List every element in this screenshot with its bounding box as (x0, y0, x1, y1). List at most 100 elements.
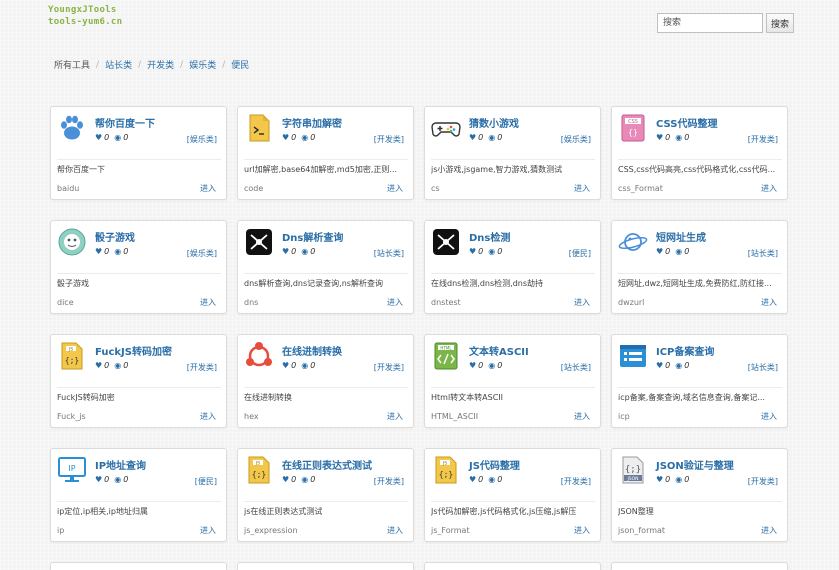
tool-title[interactable]: Dns解析查询 (282, 229, 343, 244)
tool-category[interactable]: [站长类] (561, 362, 591, 373)
enter-link[interactable]: 进入 (574, 183, 590, 194)
tool-stats: ♥ 0 ◉ 0 (95, 247, 131, 256)
tool-category[interactable]: [站长类] (748, 248, 778, 259)
eye-icon: ◉ (301, 361, 309, 370)
tool-code: dnstest (431, 298, 461, 307)
svg-text:JSON: JSON (626, 476, 638, 482)
tool-card[interactable]: HTML 文本转ASCII ♥ 0 ◉ 0 [站长类] Html转文本转ASCI… (424, 334, 601, 428)
svg-text:{;}: {;} (252, 470, 266, 479)
tool-category[interactable]: [娱乐类] (187, 134, 217, 145)
tool-title[interactable]: 帮你百度一下 (95, 115, 155, 130)
enter-link[interactable]: 进入 (761, 411, 777, 422)
enter-link[interactable]: 进入 (200, 297, 216, 308)
tool-title[interactable]: ICP备案查询 (656, 343, 714, 358)
svg-text:{;}: {;} (625, 465, 641, 475)
enter-link[interactable]: 进入 (387, 525, 403, 536)
tool-card[interactable]: Dns检测 ♥ 0 ◉ 0 [便民] 在线dns检测,dns检测,dns劫持 d… (424, 220, 601, 314)
enter-link[interactable]: 进入 (761, 297, 777, 308)
tool-stats: ♥ 0 ◉ 0 (282, 475, 318, 484)
tool-card[interactable]: JS {;} 在线正则表达式测试 ♥ 0 ◉ 0 [开发类] js在线正则表达式测… (237, 448, 414, 542)
tool-category[interactable]: [开发类] (187, 362, 217, 373)
tool-card-partial[interactable] (237, 562, 414, 570)
tool-card[interactable]: IP IP地址查询 ♥ 0 ◉ 0 [便民] ip定位,ip相关,ip地址归属 … (50, 448, 227, 542)
tool-card[interactable]: JS {;} JS代码整理 ♥ 0 ◉ 0 [开发类] Js代码加解密,js代码格… (424, 448, 601, 542)
tool-card-partial[interactable] (50, 562, 227, 570)
tool-category[interactable]: [开发类] (374, 476, 404, 487)
tool-title[interactable]: JS代码整理 (469, 457, 520, 472)
tool-category[interactable]: [便民] (569, 248, 591, 259)
tool-code: ip (57, 526, 65, 535)
search-button[interactable]: 搜索 (766, 13, 794, 33)
tool-card[interactable]: 字符串加解密 ♥ 0 ◉ 0 [开发类] url加解密,base64加解密,md… (237, 106, 414, 200)
tool-category[interactable]: [娱乐类] (561, 134, 591, 145)
tool-card[interactable]: Dns解析查询 ♥ 0 ◉ 0 [站长类] dns解析查询,dns记录查询,ns… (237, 220, 414, 314)
heart-icon: ♥ (656, 361, 664, 370)
tool-title[interactable]: 猜数小游戏 (469, 115, 519, 130)
list-window-icon (618, 341, 648, 371)
search-input[interactable] (657, 13, 763, 33)
like-count: 0 (104, 475, 110, 484)
tool-category[interactable]: [开发类] (748, 134, 778, 145)
tool-card[interactable]: 在线进制转换 ♥ 0 ◉ 0 [开发类] 在线进制转换 hex 进入 (237, 334, 414, 428)
tool-category[interactable]: [站长类] (374, 248, 404, 259)
tool-card[interactable]: {;} JSON JSON验证与整理 ♥ 0 ◉ 0 [开发类] JSON整理 j… (611, 448, 788, 542)
tool-description: ip定位,ip相关,ip地址归属 (57, 501, 221, 517)
tool-card[interactable]: 帮你百度一下 ♥ 0 ◉ 0 [娱乐类] 帮你百度一下 baidu 进入 (50, 106, 227, 200)
tool-card[interactable]: 短网址生成 ♥ 0 ◉ 0 [站长类] 短网址,dwz,短网址生成,免费防红,防… (611, 220, 788, 314)
tool-title[interactable]: Dns检测 (469, 229, 510, 244)
tool-title[interactable]: 骰子游戏 (95, 229, 135, 244)
tool-code: js_expression (244, 526, 298, 535)
tool-description: 骰子游戏 (57, 273, 221, 289)
nav-entertainment[interactable]: 娱乐类 (189, 58, 216, 71)
search-bar: 搜索 (657, 13, 794, 33)
enter-link[interactable]: 进入 (574, 297, 590, 308)
tool-title[interactable]: IP地址查询 (95, 457, 146, 472)
tool-card[interactable]: CSS {} CSS代码整理 ♥ 0 ◉ 0 [开发类] CSS,css代码高亮,… (611, 106, 788, 200)
nav-webmaster[interactable]: 站长类 (105, 58, 132, 71)
tool-title[interactable]: CSS代码整理 (656, 115, 717, 130)
enter-link[interactable]: 进入 (200, 411, 216, 422)
tool-description: url加解密,base64加解密,md5加密,正则... (244, 159, 408, 175)
view-count: 0 (310, 361, 316, 370)
tool-description: 在线进制转换 (244, 387, 408, 403)
enter-link[interactable]: 进入 (574, 525, 590, 536)
enter-link[interactable]: 进入 (200, 183, 216, 194)
site-logo[interactable]: YoungxJTools tools-yum6.cn (48, 4, 122, 28)
enter-link[interactable]: 进入 (200, 525, 216, 536)
nav-development[interactable]: 开发类 (147, 58, 174, 71)
tool-card[interactable]: ICP备案查询 ♥ 0 ◉ 0 [站长类] icp备案,备案查询,域名信息查询,… (611, 334, 788, 428)
tool-title[interactable]: 字符串加解密 (282, 115, 342, 130)
tool-category[interactable]: [便民] (195, 476, 217, 487)
tool-category[interactable]: [开发类] (748, 476, 778, 487)
enter-link[interactable]: 进入 (574, 411, 590, 422)
enter-link[interactable]: 进入 (761, 525, 777, 536)
tool-title[interactable]: 文本转ASCII (469, 343, 529, 358)
tool-card[interactable]: JS {;} FuckJS转码加密 ♥ 0 ◉ 0 [开发类] FuckJS转码加… (50, 334, 227, 428)
tool-title[interactable]: 短网址生成 (656, 229, 706, 244)
tool-category[interactable]: [开发类] (374, 362, 404, 373)
tool-title[interactable]: FuckJS转码加密 (95, 343, 172, 358)
tool-title[interactable]: 在线正则表达式测试 (282, 457, 372, 472)
eye-icon: ◉ (675, 247, 683, 256)
eye-icon: ◉ (114, 361, 122, 370)
like-count: 0 (104, 133, 110, 142)
tool-card[interactable]: 猜数小游戏 ♥ 0 ◉ 0 [娱乐类] js小游戏,jsgame,智力游戏,猜数… (424, 106, 601, 200)
tool-code: code (244, 184, 264, 193)
tool-category[interactable]: [开发类] (374, 134, 404, 145)
tool-category[interactable]: [娱乐类] (187, 248, 217, 259)
tool-category[interactable]: [开发类] (561, 476, 591, 487)
js-file-icon: JS {;} (57, 341, 87, 371)
enter-link[interactable]: 进入 (387, 297, 403, 308)
nav-convenience[interactable]: 便民 (231, 58, 249, 71)
enter-link[interactable]: 进入 (387, 183, 403, 194)
enter-link[interactable]: 进入 (387, 411, 403, 422)
enter-link[interactable]: 进入 (761, 183, 777, 194)
tool-description: Js代码加解密,js代码格式化,js压缩,js解压 (431, 501, 595, 517)
tool-title[interactable]: 在线进制转换 (282, 343, 342, 358)
tool-card-partial[interactable] (611, 562, 788, 570)
tool-card[interactable]: 骰子游戏 ♥ 0 ◉ 0 [娱乐类] 骰子游戏 dice 进入 (50, 220, 227, 314)
tool-category[interactable]: [站长类] (748, 362, 778, 373)
nav-all-tools[interactable]: 所有工具 (54, 58, 90, 71)
tool-title[interactable]: JSON验证与整理 (656, 457, 734, 472)
tool-card-partial[interactable] (424, 562, 601, 570)
